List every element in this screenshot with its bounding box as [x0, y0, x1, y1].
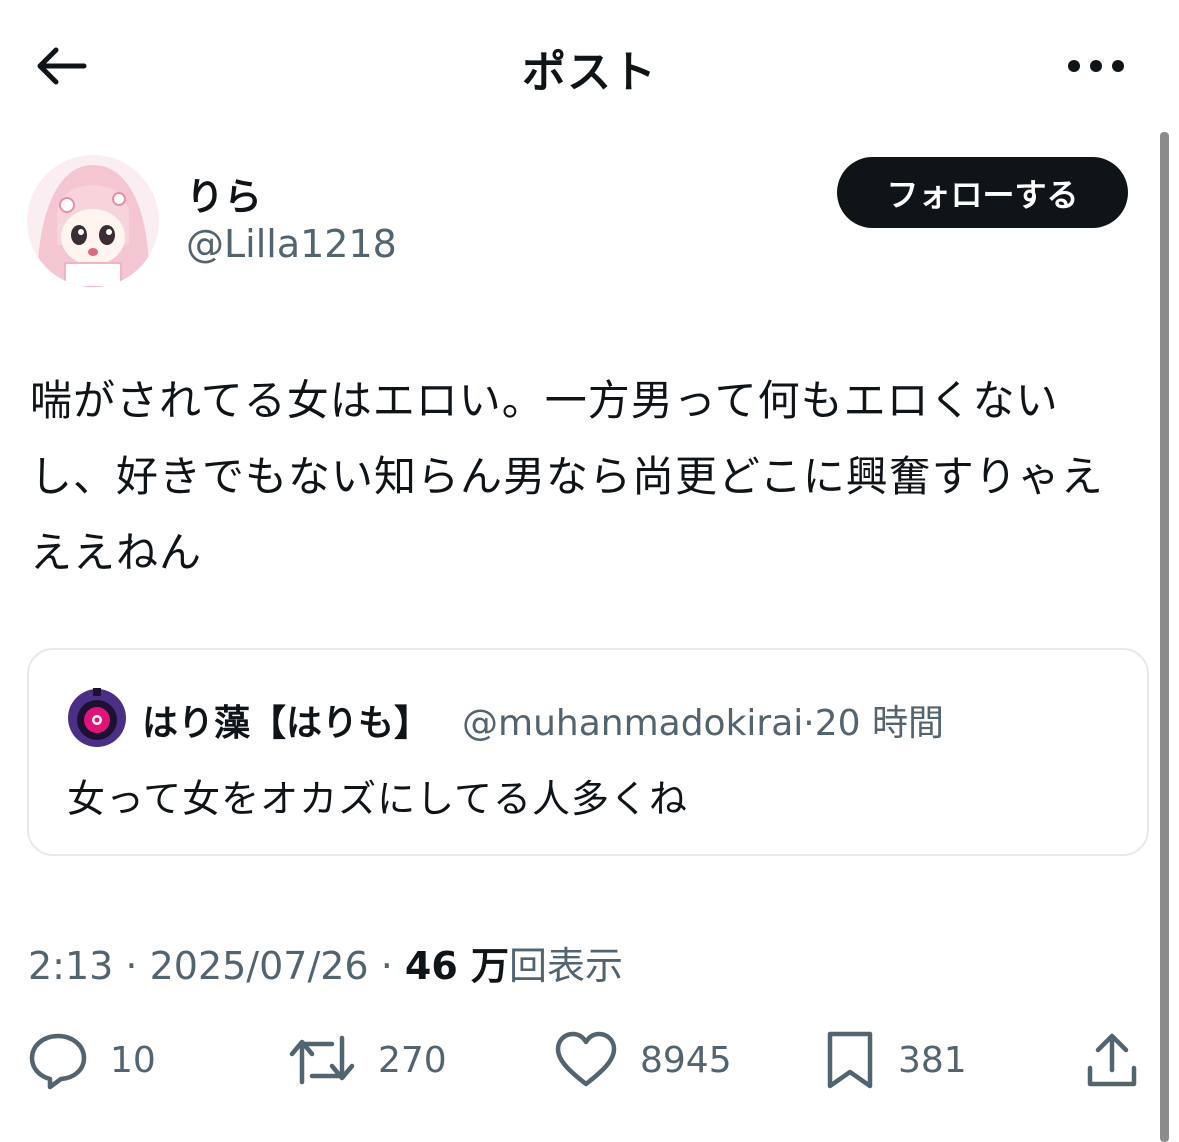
reply-icon [29, 1033, 87, 1090]
meta-separator: · [803, 703, 815, 744]
quoted-post[interactable]: はり藻【はりも】 @muhanmadokirai·20 時間 女って女をオカズに… [27, 648, 1149, 856]
post-meta: 2:13 · 2025/07/26 · 46 万回表示 [28, 935, 623, 990]
share-icon [1087, 1033, 1137, 1087]
author-handle[interactable]: @Lilla1218 [186, 222, 397, 266]
views-count[interactable]: 46 万 [405, 944, 509, 988]
like-count: 8945 [640, 1039, 732, 1081]
repost-button[interactable]: 270 [288, 1024, 447, 1096]
like-button[interactable]: 8945 [554, 1024, 732, 1096]
bookmark-icon [827, 1031, 873, 1089]
quoted-post-text: 女って女をオカズにしてる人多くね [67, 777, 688, 821]
repost-count: 270 [378, 1039, 447, 1081]
page-title: ポスト [522, 47, 657, 98]
bookmark-button[interactable]: 381 [824, 1024, 967, 1096]
reply-count: 10 [110, 1039, 156, 1081]
quoted-author-handle: @muhanmadokirai [462, 703, 804, 744]
more-button[interactable] [1058, 46, 1134, 86]
quoted-post-time: 20 時間 [814, 703, 945, 744]
quoted-author-meta: @muhanmadokirai·20 時間 [462, 694, 944, 746]
quoted-author-avatar [67, 688, 127, 748]
repost-icon [289, 1035, 355, 1085]
post-time: 2:13 [28, 944, 114, 988]
meta-separator: · [368, 944, 405, 988]
scrollbar[interactable] [1160, 132, 1169, 1142]
meta-separator: · [113, 944, 150, 988]
bookmark-count: 381 [898, 1039, 967, 1081]
quoted-author-name: はり藻【はりも】 [142, 703, 431, 744]
heart-icon [555, 1031, 617, 1087]
follow-button[interactable]: フォローする [837, 157, 1128, 228]
more-horizontal-icon [1068, 60, 1124, 72]
post-date: 2025/07/26 [149, 944, 369, 988]
author-avatar[interactable] [27, 155, 159, 287]
share-button[interactable] [1084, 1024, 1140, 1096]
views-label: 回表示 [509, 944, 624, 988]
author-name[interactable]: りら [186, 166, 262, 221]
post-text: 喘がされてる女はエロい。一方男って何もエロくないし、好きでもない知らん男なら尚更… [30, 376, 1104, 577]
reply-button[interactable]: 10 [28, 1024, 156, 1096]
